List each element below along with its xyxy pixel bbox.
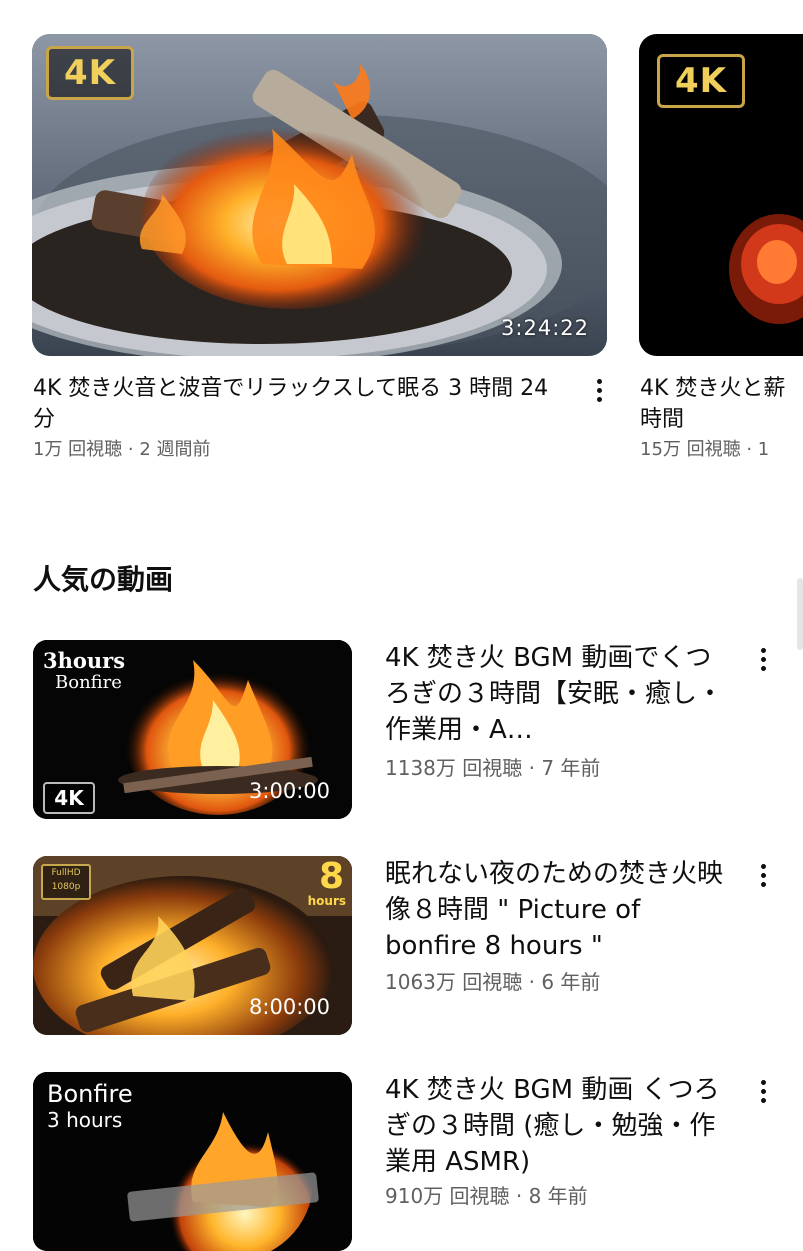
video-title[interactable]: 4K 焚き火 BGM 動画 くつろぎの３時間 (癒し・勉強・作業用 ASMR)	[385, 1072, 725, 1180]
hours-number: 8	[318, 856, 344, 897]
thumbnail-caption: Bonfire	[55, 672, 122, 693]
video-meta: 1138万 回視聴 · 7 年前	[385, 756, 601, 780]
duration-label: 3:24:22	[501, 316, 589, 340]
video-meta: 15万 回視聴 · 1	[640, 439, 770, 460]
video-thumbnail[interactable]: Bonfire 3 hours	[33, 1072, 352, 1251]
scrollbar[interactable]	[797, 578, 803, 650]
section-title: 人気の動画	[33, 563, 174, 596]
thumbnail-caption: 3 hours	[47, 1108, 123, 1132]
duration-label: 8:00:00	[249, 995, 330, 1019]
video-title[interactable]: 4K 焚き火と薪	[640, 373, 785, 404]
video-meta: 1万 回視聴 · 2 週間前	[33, 439, 211, 460]
video-thumbnail[interactable]: FullHD 1080p 8 hours 8:00:00	[33, 856, 352, 1035]
video-title[interactable]: 眠れない夜のための焚き火映像８時間 " Picture of bonfire 8…	[385, 856, 725, 964]
4k-badge-icon: 4K	[657, 54, 745, 108]
more-vert-icon[interactable]	[758, 1080, 768, 1103]
more-vert-icon[interactable]	[594, 379, 604, 402]
duration-label: 3:00:00	[249, 779, 330, 803]
fullhd-badge-icon: FullHD 1080p	[41, 864, 91, 900]
more-vert-icon[interactable]	[758, 648, 768, 671]
video-meta: 1063万 回視聴 · 6 年前	[385, 970, 601, 994]
thumbnail-caption: 3hours	[43, 648, 126, 673]
video-meta: 910万 回視聴 · 8 年前	[385, 1184, 588, 1208]
hours-label: hours	[307, 894, 346, 908]
video-title[interactable]: 4K 焚き火 BGM 動画でくつろぎの３時間【安眠・癒し・作業用・A…	[385, 640, 725, 748]
video-thumbnail[interactable]: 3hours Bonfire 4K 3:00:00	[33, 640, 352, 819]
fullhd-badge-top: FullHD	[51, 868, 81, 878]
4k-badge-icon: 4K	[46, 46, 134, 100]
shelf: 4K 3:24:22 4K 焚き火音と波音でリラックスして眠る 3 時間 24 …	[0, 0, 803, 470]
video-title[interactable]: 4K 焚き火音と波音でリラックスして眠る 3 時間 24 分	[33, 373, 563, 435]
4k-badge-icon: 4K	[43, 782, 95, 814]
more-vert-icon[interactable]	[758, 864, 768, 887]
thumbnail-caption: Bonfire	[47, 1080, 133, 1108]
shelf-video-thumbnail-2[interactable]: 4K	[639, 34, 803, 356]
video-title-line2[interactable]: 時間	[640, 404, 684, 435]
fullhd-badge-bottom: 1080p	[51, 882, 81, 892]
shelf-video-thumbnail-1[interactable]: 4K 3:24:22	[32, 34, 607, 356]
